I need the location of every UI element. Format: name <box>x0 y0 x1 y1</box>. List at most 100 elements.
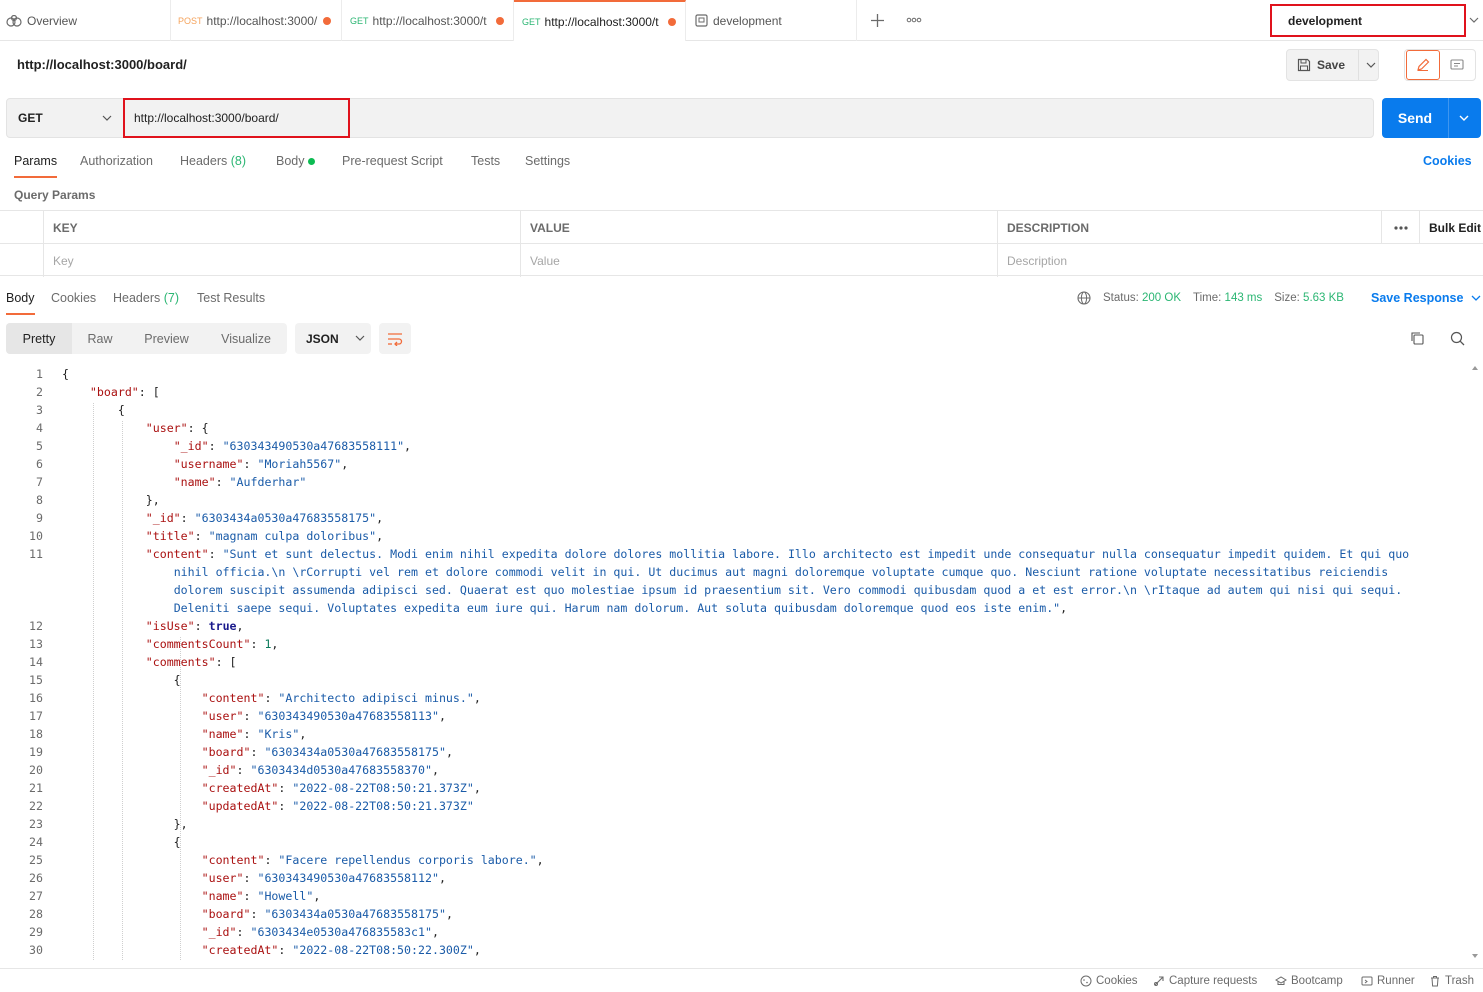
response-tab-headers[interactable]: Headers (7) <box>113 291 179 305</box>
response-view-switcher: Pretty Raw Preview Visualize <box>6 323 287 354</box>
statusbar-runner[interactable]: Runner <box>1361 975 1415 987</box>
tab-authorization[interactable]: Authorization <box>80 154 153 168</box>
key-input[interactable]: Key <box>43 244 520 277</box>
request-title[interactable]: http://localhost:3000/board/ <box>17 57 187 72</box>
save-chevron-down-icon[interactable] <box>1366 62 1376 69</box>
code-line: "user": "630343490530a47683558112", <box>201 871 446 885</box>
size-value[interactable]: 5.63 KB <box>1303 292 1344 304</box>
line-number: 24 <box>29 835 43 849</box>
view-pretty[interactable]: Pretty <box>6 323 72 354</box>
url-input[interactable]: http://localhost:3000/board/ <box>123 98 350 138</box>
statusbar-label: Runner <box>1377 975 1415 987</box>
bulk-edit-button[interactable]: Bulk Edit <box>1419 211 1483 244</box>
statusbar-bootcamp[interactable]: Bootcamp <box>1275 975 1343 987</box>
code-line: "isUse": true, <box>145 619 244 633</box>
tab-body[interactable]: Body <box>276 154 315 168</box>
tab-tests[interactable]: Tests <box>471 154 500 168</box>
more-tabs-icon[interactable] <box>906 17 922 23</box>
environment-chevron-down-icon[interactable] <box>1469 17 1479 24</box>
code-line: "content": "Sunt et sunt delectus. Modi … <box>145 547 1410 561</box>
send-button[interactable]: Send <box>1382 98 1481 138</box>
view-mode-toggle <box>1404 49 1476 81</box>
code-line: "content": "Architecto adipisci minus.", <box>201 691 481 705</box>
line-number: 15 <box>29 673 43 687</box>
new-tab-plus-icon[interactable] <box>870 13 885 28</box>
time-value[interactable]: 143 ms <box>1225 292 1263 304</box>
view-raw[interactable]: Raw <box>72 323 128 354</box>
line-number: 1 <box>36 367 43 381</box>
code-line: "board": "6303434a0530a47683558175", <box>201 745 453 759</box>
method-badge: GET <box>522 16 541 27</box>
format-select[interactable]: JSON <box>295 323 371 354</box>
indent-guide <box>180 637 181 960</box>
status-value[interactable]: 200 OK <box>1142 292 1181 304</box>
method-select[interactable]: GET <box>7 99 125 137</box>
tab-post-request[interactable]: POST http://localhost:3000/ <box>171 0 342 41</box>
send-chevron-down-icon[interactable] <box>1459 115 1469 122</box>
method-badge: GET <box>350 15 369 26</box>
trash-icon <box>1429 975 1445 987</box>
line-number: 30 <box>29 943 43 957</box>
statusbar-capture-requests[interactable]: Capture requests <box>1153 975 1257 987</box>
query-params-table: KEY VALUE DESCRIPTION Bulk Edit Key Valu… <box>0 210 1483 277</box>
view-visualize[interactable]: Visualize <box>205 323 287 354</box>
tab-overview[interactable]: Overview <box>0 0 171 41</box>
code-line: "createdAt": "2022-08-22T08:50:22.300Z", <box>201 943 481 957</box>
save-disk-icon <box>1297 58 1311 72</box>
description-input[interactable]: Description <box>997 244 1483 277</box>
line-number: 4 <box>36 421 43 435</box>
cookie-icon <box>1080 975 1096 987</box>
tab-label: development <box>713 13 782 28</box>
line-number: 23 <box>29 817 43 831</box>
table-options-icon[interactable] <box>1381 211 1419 244</box>
code-line: "board": "6303434a0530a47683558175", <box>201 907 453 921</box>
code-line: "commentsCount": 1, <box>145 637 279 651</box>
cookies-link[interactable]: Cookies <box>1423 154 1472 168</box>
view-preview[interactable]: Preview <box>128 323 205 354</box>
line-number: 14 <box>29 655 43 669</box>
statusbar-trash[interactable]: Trash <box>1429 975 1474 987</box>
tab-params[interactable]: Params <box>14 154 58 178</box>
comment-icon[interactable] <box>1440 50 1474 80</box>
unsaved-dot-icon <box>667 17 676 26</box>
copy-icon[interactable] <box>1410 331 1425 346</box>
tab-get-request-active[interactable]: GET http://localhost:3000/t <box>514 0 686 41</box>
save-button[interactable]: Save <box>1286 49 1379 81</box>
tab-environment[interactable]: development <box>686 0 857 41</box>
tab-bar: Overview POST http://localhost:3000/ GET… <box>0 0 1483 41</box>
environment-selector[interactable]: development <box>1270 4 1466 37</box>
tab-headers[interactable]: Headers (8) <box>180 154 246 168</box>
code-line: "_id": "6303434a0530a47683558175", <box>145 511 384 525</box>
tab-label: Overview <box>27 13 78 28</box>
save-response-button[interactable]: Save Response <box>1371 291 1481 305</box>
tab-pre-request-script[interactable]: Pre-request Script <box>342 154 443 168</box>
line-number: 21 <box>29 781 43 795</box>
tab-get-request[interactable]: GET http://localhost:3000/t <box>342 0 514 41</box>
tab-body-label: Body <box>276 154 305 168</box>
method-label: GET <box>18 111 43 125</box>
statusbar-cookies[interactable]: Cookies <box>1080 975 1138 987</box>
line-number: 29 <box>29 925 43 939</box>
response-tab-cookies[interactable]: Cookies <box>51 291 96 305</box>
statusbar-label: Cookies <box>1096 975 1138 987</box>
response-tab-headers-label: Headers <box>113 291 161 305</box>
tab-settings[interactable]: Settings <box>525 154 570 168</box>
line-number: 11 <box>29 547 43 561</box>
column-header-value: VALUE <box>520 211 997 244</box>
save-split-divider <box>1358 50 1360 80</box>
response-body-editor[interactable]: 1{2 "board": [3 {4 "user": {5 "_id": "63… <box>0 364 1468 960</box>
response-tab-body[interactable]: Body <box>6 291 35 315</box>
line-number: 6 <box>36 457 43 471</box>
tab-label: http://localhost:3000/t <box>544 14 659 29</box>
wrap-lines-icon[interactable] <box>379 323 411 354</box>
search-icon[interactable] <box>1450 331 1465 346</box>
line-number: 27 <box>29 889 43 903</box>
line-number: 10 <box>29 529 43 543</box>
code-line: "content": "Facere repellendus corporis … <box>201 853 544 867</box>
save-response-chevron-down-icon <box>1471 295 1481 302</box>
response-tab-test-results[interactable]: Test Results <box>197 291 265 305</box>
editor-scrollbar[interactable] <box>1470 364 1480 960</box>
value-input[interactable]: Value <box>520 244 997 277</box>
globe-icon[interactable] <box>1077 291 1091 305</box>
edit-pencil-icon[interactable] <box>1406 50 1440 80</box>
